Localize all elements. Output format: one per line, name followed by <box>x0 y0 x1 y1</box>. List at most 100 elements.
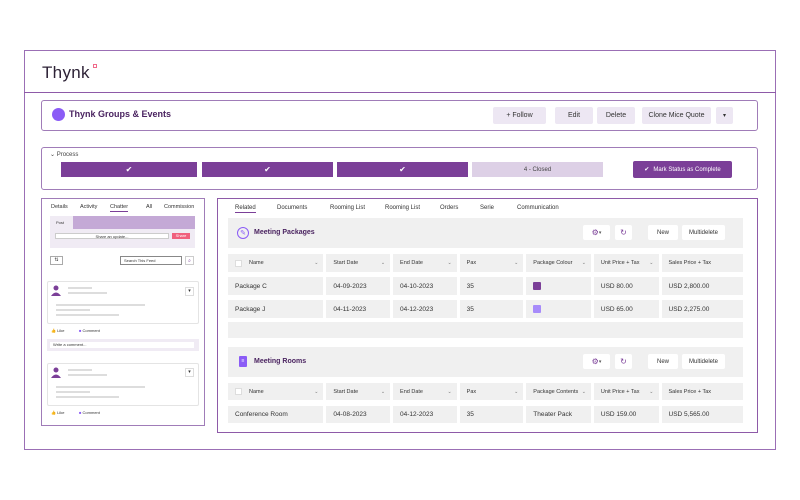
post-tab[interactable]: Post <box>56 220 64 225</box>
search-icon[interactable]: ⌕ <box>185 256 194 265</box>
mark-status-complete-button[interactable]: ✔ Mark Status as Complete <box>633 161 732 178</box>
post-menu-dropdown-icon[interactable]: ▾ <box>185 368 194 377</box>
chevron-down-icon[interactable]: ⌄ <box>314 389 318 395</box>
column-header-pax[interactable]: Pax ⌄ <box>459 254 524 272</box>
chevron-down-icon[interactable]: ⌄ <box>314 260 318 266</box>
column-header-end-date[interactable]: End Date ⌄ <box>393 254 457 272</box>
package-colour-swatch <box>533 282 542 290</box>
more-actions-dropdown-icon[interactable]: ▾ <box>716 107 733 124</box>
share-input[interactable]: Share an update... <box>55 233 169 239</box>
column-header-label: Pax <box>466 260 477 266</box>
table-row[interactable]: Package C 04-09-2023 04-10-2023 35 USD 80.00… <box>228 277 743 295</box>
chevron-down-icon[interactable]: ⌄ <box>381 389 385 395</box>
like-button[interactable]: 👍 Like <box>51 410 64 415</box>
placeholder-line <box>56 314 119 316</box>
tab-all[interactable]: All <box>146 204 152 210</box>
settings-gear-icon[interactable]: ⚙ ▾ <box>583 354 610 369</box>
column-header-label: Start Date <box>333 388 359 395</box>
write-comment-input[interactable]: Write a comment... <box>50 342 194 348</box>
chevron-down-icon[interactable]: ⌄ <box>649 260 653 266</box>
tab-rooming-list-2[interactable]: Rooming List <box>385 205 420 211</box>
chevron-down-icon[interactable]: ⌄ <box>649 389 653 395</box>
follow-button[interactable]: + Follow <box>493 107 546 124</box>
chevron-down-icon[interactable]: ⌄ <box>381 260 385 266</box>
column-header-package-colour[interactable]: Package Colour ⌄ <box>526 254 591 272</box>
cell-start-text: 04-11-2023 <box>333 305 367 313</box>
new-package-button[interactable]: New <box>648 225 678 240</box>
table-row[interactable]: Conference Room 04-08-2023 04-12-2023 35 The… <box>228 406 743 423</box>
select-all-checkbox[interactable] <box>235 388 242 395</box>
cell-pax: 35 <box>459 406 524 423</box>
chevron-down-icon[interactable]: ⌄ <box>514 260 518 266</box>
column-header-pax[interactable]: Pax ⌄ <box>459 383 524 400</box>
tab-chatter[interactable]: Chatter <box>110 204 129 212</box>
cell-sales-text: USD 2,800.00 <box>668 282 710 290</box>
settings-gear-icon[interactable]: ⚙ ▾ <box>583 225 610 240</box>
cell-name: Package C <box>228 277 324 295</box>
packages-column-header: Name ⌄ Start Date ⌄ End Date ⌄ Pax ⌄ Package Col… <box>228 254 743 272</box>
process-toggle[interactable]: ⌄ Process <box>50 151 78 158</box>
new-room-button[interactable]: New <box>648 354 678 369</box>
cell-unit: USD 65.00 <box>593 300 659 318</box>
placeholder-line <box>68 374 107 376</box>
column-header-unit-price-tax[interactable]: Unit Price + Tax ⌄ <box>593 254 659 272</box>
like-button[interactable]: 👍 Like <box>51 328 64 333</box>
tab-orders[interactable]: Orders <box>440 205 458 211</box>
comment-button[interactable]: ■ Comment <box>79 410 100 415</box>
comment-label: Comment <box>82 328 100 333</box>
column-header-unit-price-tax[interactable]: Unit Price + Tax ⌄ <box>593 383 659 400</box>
chevron-down-icon[interactable]: ⌄ <box>582 260 586 266</box>
cell-colour <box>526 277 591 295</box>
share-button[interactable]: Share <box>172 233 190 239</box>
column-header-start-date[interactable]: Start Date ⌄ <box>326 254 391 272</box>
multidelete-room-button[interactable]: Multidelete <box>682 354 725 369</box>
stage-2[interactable]: ✔ <box>202 162 333 177</box>
cell-start: 04-09-2023 <box>326 277 391 295</box>
stage-1[interactable]: ✔ <box>61 162 197 177</box>
cell-pax-text: 35 <box>466 305 474 313</box>
column-header-sales-price-tax[interactable]: Sales Price + Tax <box>661 383 743 400</box>
tab-communication[interactable]: Communication <box>517 205 559 211</box>
cell-end-text: 04-12-2023 <box>400 411 434 418</box>
tab-activity[interactable]: Activity <box>80 204 97 210</box>
column-header-label: Sales Price + Tax <box>668 260 712 266</box>
tab-rooming-list[interactable]: Rooming List <box>330 205 365 211</box>
column-header-start-date[interactable]: Start Date ⌄ <box>326 383 391 400</box>
tab-serie[interactable]: Serie <box>480 205 494 211</box>
clone-mice-quote-button[interactable]: Clone Mice Quote <box>642 107 711 124</box>
chevron-down-icon[interactable]: ⌄ <box>514 389 518 395</box>
tab-documents[interactable]: Documents <box>277 205 307 211</box>
cell-name-text: Package J <box>235 305 266 313</box>
delete-button[interactable]: Delete <box>597 107 635 124</box>
cell-contents-text: Theater Pack <box>533 411 572 418</box>
cell-start-text: 04-09-2023 <box>333 282 367 290</box>
select-all-checkbox[interactable] <box>235 259 242 267</box>
tab-commission[interactable]: Commission <box>164 204 194 210</box>
column-header-name[interactable]: Name ⌄ <box>228 254 324 272</box>
multidelete-package-button[interactable]: Multidelete <box>682 225 725 240</box>
column-header-label: Pax <box>466 388 477 395</box>
cell-unit-text: USD 65.00 <box>600 305 633 313</box>
column-header-name[interactable]: Name ⌄ <box>228 383 324 400</box>
filter-icon[interactable]: ⇅ <box>50 256 63 265</box>
stage-closed[interactable]: 4 - Closed <box>472 162 603 177</box>
chevron-down-icon[interactable]: ⌄ <box>582 389 586 395</box>
comment-button[interactable]: ■ Comment <box>79 328 100 333</box>
stage-3[interactable]: ✔ <box>337 162 468 177</box>
chevron-down-icon[interactable]: ⌄ <box>447 260 451 266</box>
column-header-package-contents[interactable]: Package Contents ⌄ <box>526 383 591 400</box>
refresh-icon[interactable]: ↻ <box>615 354 632 369</box>
column-header-end-date[interactable]: End Date ⌄ <box>393 383 457 400</box>
refresh-icon[interactable]: ↻ <box>615 225 632 240</box>
placeholder-line <box>56 391 90 393</box>
edit-button[interactable]: Edit <box>555 107 593 124</box>
tab-related[interactable]: Related <box>235 205 256 213</box>
header-divider <box>24 92 776 93</box>
column-header-sales-price-tax[interactable]: Sales Price + Tax <box>661 254 743 272</box>
tab-details[interactable]: Details <box>51 204 68 210</box>
table-row[interactable]: Package J 04-11-2023 04-12-2023 35 USD 65.00… <box>228 300 743 318</box>
chevron-down-icon[interactable]: ⌄ <box>447 389 451 395</box>
column-header-label: Name <box>249 388 264 395</box>
search-feed-input[interactable]: Search This Feed <box>120 256 182 265</box>
post-menu-dropdown-icon[interactable]: ▾ <box>185 287 194 296</box>
